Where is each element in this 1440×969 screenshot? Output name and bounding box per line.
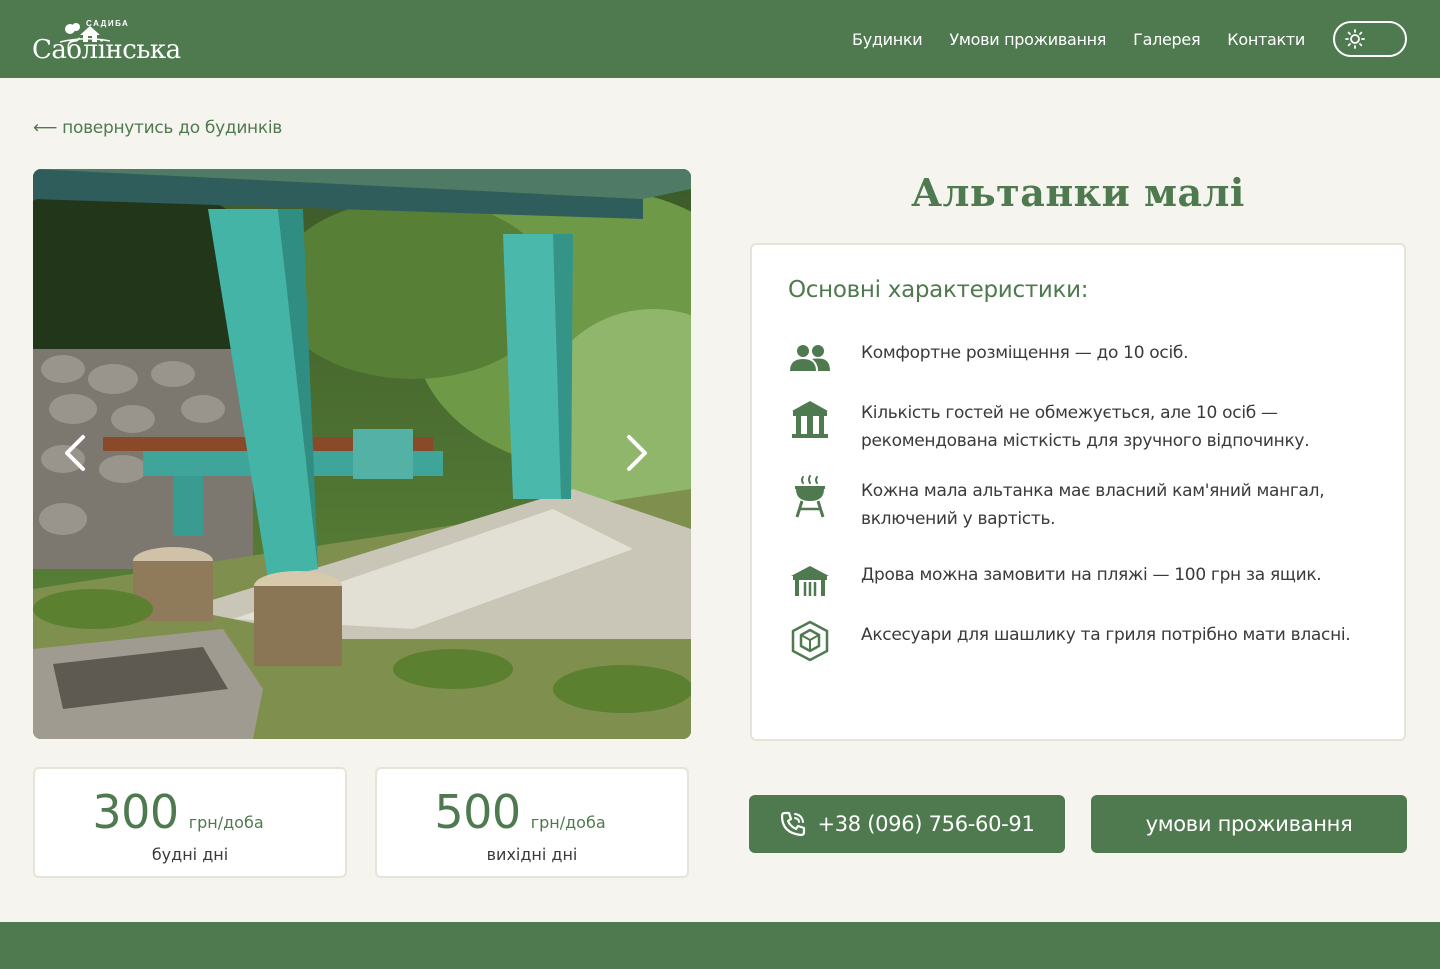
phone-button[interactable]: +38 (096) 756-60-91 xyxy=(749,795,1065,853)
gazebo-photo xyxy=(33,169,691,739)
main-nav: Будинки Умови проживання Галерея Контакт… xyxy=(825,21,1407,57)
phone-number: +38 (096) 756-60-91 xyxy=(817,812,1035,836)
nav-item-terms[interactable]: Умови проживання xyxy=(949,30,1106,49)
logo-name: Саблінська xyxy=(32,35,181,65)
nav-item-contacts[interactable]: Контакти xyxy=(1227,30,1305,49)
site-footer xyxy=(0,922,1440,969)
feature-text: Кількість гостей не обмежується, але 10 … xyxy=(861,403,1310,451)
people-icon xyxy=(790,345,830,371)
feature-item: Дрова можна замовити на пляжі — 100 грн … xyxy=(788,561,1361,601)
features-card: Основні характеристики: Комфортне розміщ… xyxy=(750,243,1406,741)
feature-item: Кожна мала альтанка має власний кам'яний… xyxy=(788,475,1361,533)
market-stall-icon xyxy=(791,566,829,596)
grill-icon xyxy=(795,475,825,518)
feature-text: Комфортне розміщення — до 10 осіб. xyxy=(861,343,1189,363)
image-slider[interactable] xyxy=(33,169,691,739)
feature-text: Кожна мала альтанка має власний кам'яний… xyxy=(861,481,1325,529)
price-card-weekends: 500 грн/доба вихідні дні xyxy=(375,767,689,878)
gazebo-icon xyxy=(792,401,828,438)
feature-text: Дрова можна замовити на пляжі — 100 грн … xyxy=(861,565,1322,585)
theme-toggle[interactable] xyxy=(1333,21,1407,57)
price-card-weekdays: 300 грн/доба будні дні xyxy=(33,767,347,878)
price-note: будні дні xyxy=(151,845,229,864)
feature-item: Аксесуари для шашлику та гриля потрібно … xyxy=(788,620,1361,662)
slider-prev-arrow-icon[interactable] xyxy=(61,433,91,473)
site-header: САДИБА Саблінська Будинки Умови проживан… xyxy=(0,0,1440,78)
nav-item-gallery[interactable]: Галерея xyxy=(1133,30,1200,49)
page-title: Альтанки малі xyxy=(911,170,1245,215)
price-unit: грн/доба xyxy=(530,813,606,832)
logo-small-label: САДИБА xyxy=(86,19,130,28)
back-to-houses-link[interactable]: ⟵ повернутись до будинків xyxy=(33,118,282,138)
slider-next-arrow-icon[interactable] xyxy=(621,433,651,473)
sun-icon xyxy=(1345,29,1365,49)
price-unit: грн/доба xyxy=(188,813,264,832)
price-value: 300 xyxy=(92,785,179,839)
package-icon xyxy=(791,620,829,662)
price-value: 500 xyxy=(434,785,521,839)
phone-icon xyxy=(781,811,806,837)
nav-item-houses[interactable]: Будинки xyxy=(852,30,923,49)
site-logo[interactable]: САДИБА Саблінська xyxy=(32,9,182,69)
price-note: вихідні дні xyxy=(486,845,578,864)
features-heading: Основні характеристики: xyxy=(788,277,1089,303)
feature-item: Кількість гостей не обмежується, але 10 … xyxy=(788,399,1361,455)
feature-text: Аксесуари для шашлику та гриля потрібно … xyxy=(861,625,1351,645)
terms-button[interactable]: умови проживання xyxy=(1091,795,1407,853)
feature-item: Комфортне розміщення — до 10 осіб. xyxy=(788,339,1361,379)
